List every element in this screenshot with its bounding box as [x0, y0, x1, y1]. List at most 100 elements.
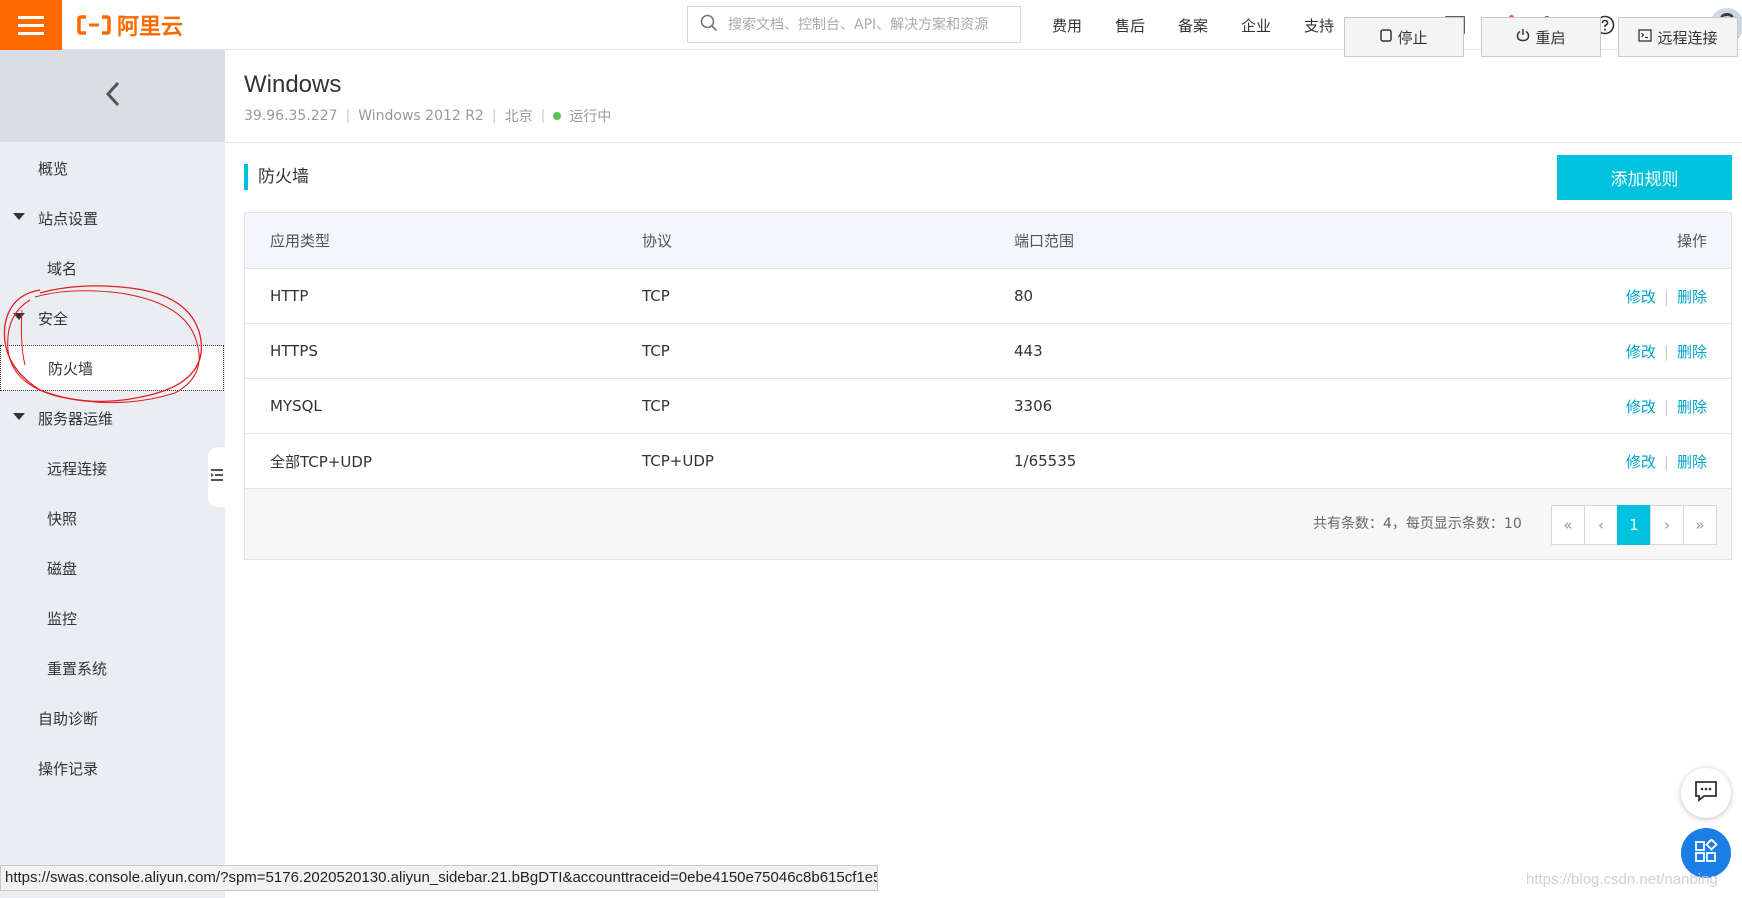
- sidebar-back[interactable]: [0, 50, 225, 142]
- nav-enterprise[interactable]: 企业: [1241, 15, 1304, 36]
- chat-bubble-icon: [1694, 780, 1718, 806]
- cell-actions: 修改 | 删除: [1489, 396, 1731, 417]
- sidebar-item-label: 磁盘: [47, 559, 78, 578]
- next-page-button[interactable]: ›: [1650, 505, 1684, 545]
- sidebar-item-monitor[interactable]: 监控: [0, 598, 225, 638]
- nav-icp-filing[interactable]: 备案: [1178, 15, 1241, 36]
- edit-link[interactable]: 修改: [1626, 453, 1656, 471]
- sidebar-item-overview[interactable]: 概览: [0, 148, 225, 188]
- cell-app-type: HTTP: [270, 287, 309, 305]
- cell-port-range: 443: [1014, 342, 1043, 360]
- delete-link[interactable]: 删除: [1677, 288, 1707, 306]
- column-header-protocol: 协议: [642, 232, 673, 250]
- search-box[interactable]: [687, 6, 1021, 43]
- last-page-button[interactable]: »: [1683, 505, 1717, 545]
- cell-protocol: TCP+UDP: [642, 452, 714, 470]
- chat-button[interactable]: [1681, 768, 1731, 818]
- action-divider: |: [1663, 452, 1669, 471]
- caret-down-icon: [13, 313, 25, 320]
- cell-actions: 修改 | 删除: [1489, 341, 1731, 362]
- delete-link[interactable]: 删除: [1677, 398, 1707, 416]
- terminal-icon: [1638, 28, 1653, 46]
- watermark: https://blog.csdn.net/nanbing: [1526, 871, 1718, 888]
- cell-actions: 修改 | 删除: [1489, 451, 1731, 472]
- hamburger-menu-icon[interactable]: [0, 0, 62, 50]
- remote-connect-button[interactable]: 远程连接: [1618, 17, 1738, 57]
- edit-link[interactable]: 修改: [1626, 343, 1656, 361]
- status-indicator: [553, 112, 562, 120]
- sidebar-item-snapshot[interactable]: 快照: [0, 498, 225, 538]
- restart-button[interactable]: 重启: [1481, 17, 1601, 57]
- sidebar-item-domain[interactable]: 域名: [0, 248, 225, 288]
- nav-billing[interactable]: 费用: [1052, 15, 1115, 36]
- sidebar-item-reset-system[interactable]: 重置系统: [0, 648, 225, 688]
- pagination: « ‹ 1 › »: [1551, 505, 1717, 545]
- edit-link[interactable]: 修改: [1626, 288, 1656, 306]
- cell-protocol: TCP: [642, 342, 670, 360]
- meta-divider: |: [345, 108, 351, 124]
- caret-down-icon: [13, 213, 25, 220]
- sidebar-item-label: 安全: [38, 309, 69, 328]
- sidebar-item-label: 快照: [47, 509, 78, 528]
- total-count: 共有条数：4，每页显示条数：10: [1313, 516, 1522, 532]
- brand-logo[interactable]: 阿里云: [77, 11, 184, 40]
- delete-link[interactable]: 删除: [1677, 453, 1707, 471]
- nav-after-sales[interactable]: 售后: [1115, 15, 1178, 36]
- delete-link[interactable]: 删除: [1677, 343, 1707, 361]
- first-page-button[interactable]: «: [1551, 505, 1585, 545]
- action-divider: |: [1663, 397, 1669, 416]
- action-divider: |: [1663, 287, 1669, 306]
- table-row: HTTPS TCP 443 修改 | 删除: [245, 324, 1731, 379]
- table-row: HTTP TCP 80 修改 | 删除: [245, 269, 1731, 324]
- sidebar-item-label: 远程连接: [47, 459, 108, 478]
- column-header-app-type: 应用类型: [270, 232, 331, 250]
- sidebar-item-label: 监控: [47, 609, 78, 628]
- chevron-left-icon[interactable]: [104, 80, 122, 112]
- edit-link[interactable]: 修改: [1626, 398, 1656, 416]
- sidebar-item-remote-connect[interactable]: 远程连接: [0, 448, 225, 488]
- sidebar-item-label: 概览: [38, 159, 69, 178]
- section-title: 防火墙: [244, 164, 309, 190]
- search-input[interactable]: [728, 16, 1008, 33]
- power-icon: [1516, 28, 1530, 46]
- column-header-actions: 操作: [1676, 232, 1707, 250]
- add-rule-button[interactable]: 添加规则: [1557, 155, 1732, 200]
- sidebar-item-label: 重置系统: [47, 659, 108, 678]
- sidebar-item-label: 域名: [47, 259, 78, 278]
- cell-app-type: MYSQL: [270, 397, 322, 415]
- sidebar-item-disk[interactable]: 磁盘: [0, 548, 225, 588]
- aliyun-logo-icon: [77, 14, 111, 36]
- sidebar-collapse-toggle[interactable]: [208, 447, 226, 507]
- sidebar-item-security[interactable]: 安全: [0, 298, 225, 338]
- stop-icon: [1380, 28, 1393, 46]
- browser-status-url: https://swas.console.aliyun.com/?spm=517…: [0, 865, 878, 891]
- table-row: 全部TCP+UDP TCP+UDP 1/65535 修改 | 删除: [245, 434, 1731, 489]
- instance-region: 北京: [504, 109, 533, 125]
- stop-button[interactable]: 停止: [1344, 17, 1464, 57]
- firewall-rules-table: 应用类型 协议 端口范围 操作 HTTP TCP 80 修改 | 删除 HTTPS …: [244, 212, 1732, 560]
- action-divider: |: [1663, 342, 1669, 361]
- cell-port-range: 80: [1014, 287, 1034, 305]
- sidebar-item-operation-log[interactable]: 操作记录: [0, 748, 225, 788]
- sidebar-item-self-diagnosis[interactable]: 自助诊断: [0, 698, 225, 738]
- meta-divider: |: [540, 108, 546, 124]
- sidebar-item-label: 防火墙: [48, 359, 94, 378]
- cell-port-range: 1/65535: [1014, 452, 1077, 470]
- sidebar-item-site-settings[interactable]: 站点设置: [0, 198, 225, 238]
- restart-button-label: 重启: [1535, 28, 1566, 47]
- page-title: Windows: [244, 71, 342, 98]
- table-header: 应用类型 协议 端口范围 操作: [245, 213, 1731, 269]
- apps-grid-icon: [1694, 838, 1718, 867]
- prev-page-button[interactable]: ‹: [1584, 505, 1618, 545]
- sidebar-item-server-ops[interactable]: 服务器运维: [0, 398, 225, 438]
- cell-app-type: 全部TCP+UDP: [270, 452, 372, 471]
- sidebar-item-firewall[interactable]: 防火墙: [0, 345, 224, 391]
- instance-status: 运行中: [569, 109, 612, 125]
- stop-button-label: 停止: [1397, 28, 1428, 47]
- cell-actions: 修改 | 删除: [1489, 286, 1731, 307]
- search-icon: [700, 14, 718, 36]
- page-number-button[interactable]: 1: [1617, 505, 1651, 545]
- cell-app-type: HTTPS: [270, 342, 318, 360]
- brand-name: 阿里云: [117, 15, 184, 40]
- sidebar-item-label: 站点设置: [38, 209, 99, 228]
